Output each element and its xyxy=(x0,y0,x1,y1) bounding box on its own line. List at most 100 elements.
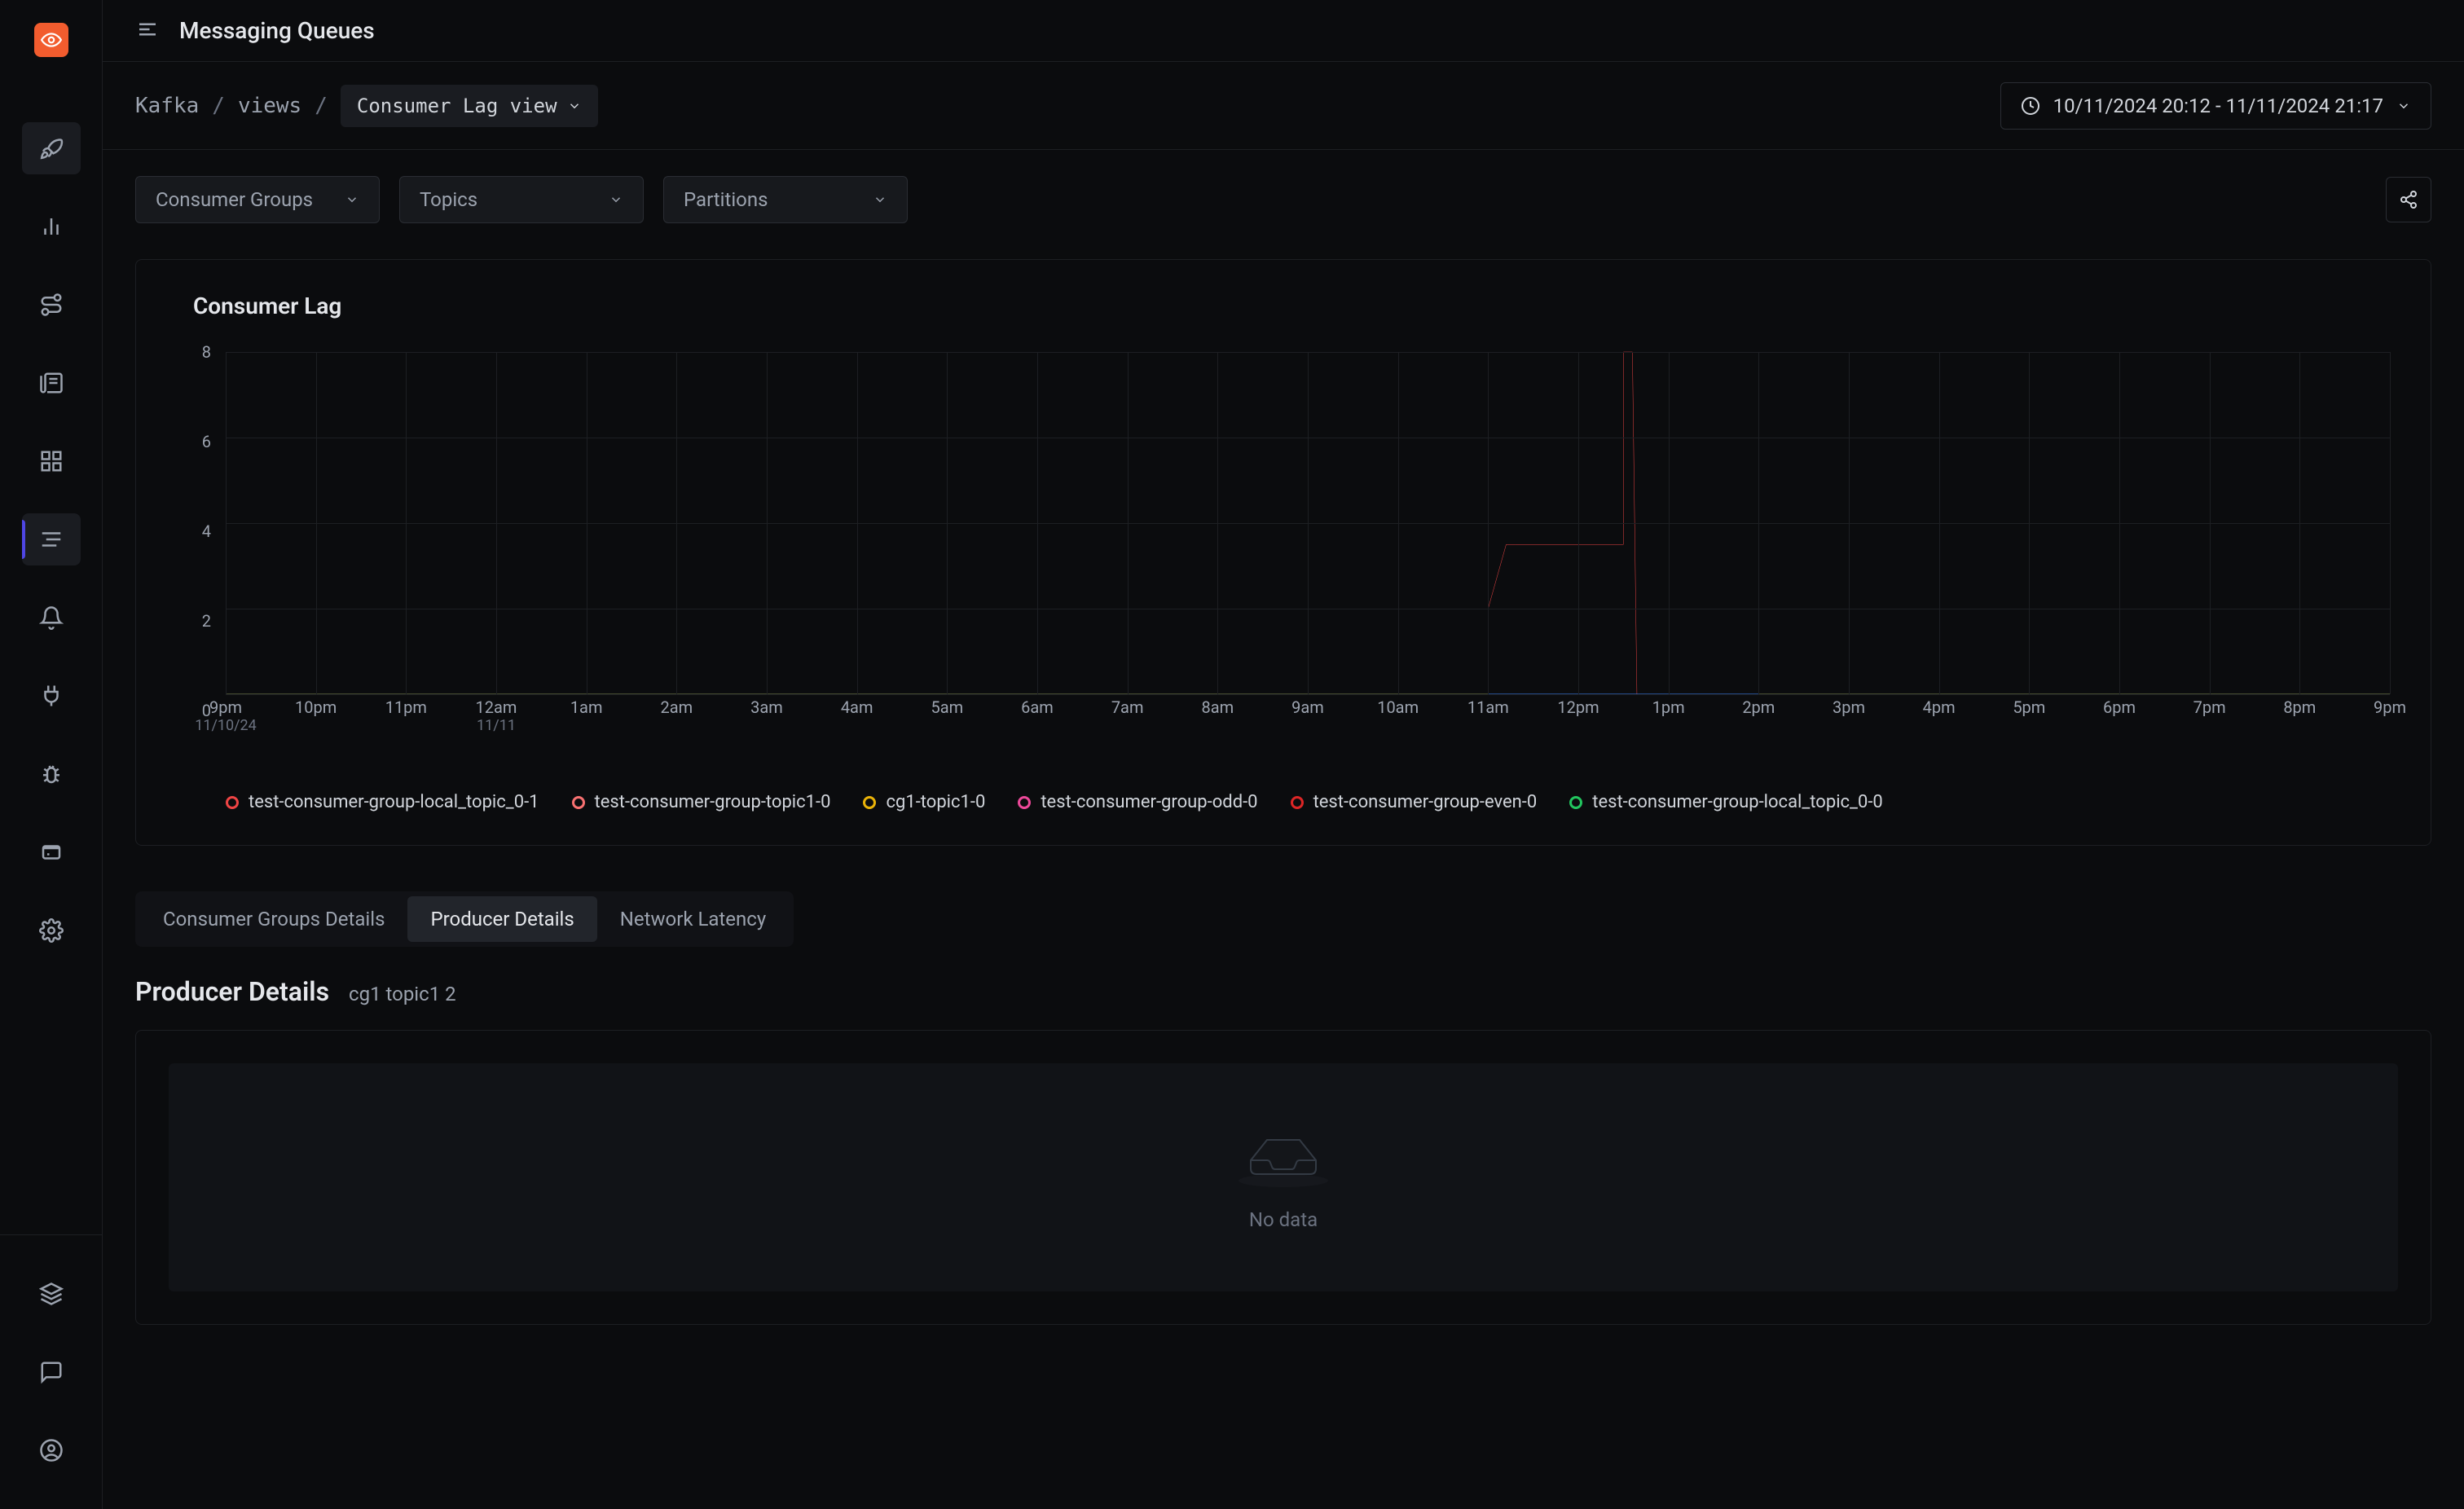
route-icon xyxy=(39,293,64,317)
rocket-icon xyxy=(39,136,64,161)
tab-producer-details[interactable]: Producer Details xyxy=(407,896,596,942)
detail-header: Producer Details cg1 topic1 2 xyxy=(135,976,2431,1007)
app-logo[interactable] xyxy=(34,23,68,57)
filters-row: Consumer Groups Topics Partitions xyxy=(103,150,2464,249)
chart-title: Consumer Lag xyxy=(193,293,2390,319)
filter-label: Topics xyxy=(420,188,477,211)
empty-text: No data xyxy=(1249,1208,1318,1231)
chart-panel: Consumer Lag 02468 9pm11/10/2410pm11pm12… xyxy=(135,259,2431,846)
chevron-down-icon xyxy=(567,99,582,113)
grid-icon xyxy=(39,449,64,473)
crumb-views[interactable]: views xyxy=(238,94,301,118)
filter-consumer-groups[interactable]: Consumer Groups xyxy=(135,176,380,223)
legend-item[interactable]: test-consumer-group-even-0 xyxy=(1291,792,1538,812)
bell-icon xyxy=(39,605,64,630)
nav-alerts[interactable] xyxy=(22,592,81,644)
layers-icon xyxy=(39,840,64,864)
x-tick: 9am xyxy=(1291,697,1324,717)
sidebar-toggle-icon[interactable] xyxy=(135,17,160,45)
nav-metrics[interactable] xyxy=(22,200,81,253)
chevron-down-icon xyxy=(609,192,623,207)
stack-icon xyxy=(39,1282,64,1306)
sidebar xyxy=(0,0,103,1509)
x-tick: 11pm xyxy=(385,697,427,717)
x-tick: 7pm xyxy=(2193,697,2226,717)
legend-dot xyxy=(1018,796,1031,809)
bar-chart-icon xyxy=(39,214,64,239)
empty-state: No data xyxy=(169,1063,2398,1291)
nav-messaging-queues[interactable] xyxy=(22,513,81,565)
breadcrumb-row: Kafka / views / Consumer Lag view 10/11/… xyxy=(103,62,2464,150)
x-tick: 8pm xyxy=(2283,697,2316,717)
legend-dot xyxy=(863,796,876,809)
plot-area[interactable] xyxy=(226,352,2390,694)
gear-icon xyxy=(39,918,64,943)
y-tick: 8 xyxy=(202,342,211,362)
legend-item[interactable]: test-consumer-group-topic1-0 xyxy=(572,792,831,812)
bug-icon xyxy=(39,762,64,786)
x-tick: 1am xyxy=(570,697,603,717)
nav-exceptions[interactable] xyxy=(22,670,81,722)
detail-subtitle: cg1 topic1 2 xyxy=(349,983,456,1005)
chat-icon xyxy=(39,1360,64,1384)
x-tick: 2am xyxy=(660,697,693,717)
nav-account[interactable] xyxy=(22,1424,81,1476)
legend-dot xyxy=(1569,796,1582,809)
x-tick: 7am xyxy=(1111,697,1144,717)
nav-stack[interactable] xyxy=(22,1268,81,1320)
nav-traces[interactable] xyxy=(22,279,81,331)
legend-item[interactable]: test-consumer-group-local_topic_0-1 xyxy=(226,792,539,812)
nav-settings[interactable] xyxy=(22,904,81,957)
nav-support[interactable] xyxy=(22,1346,81,1398)
legend-label: cg1-topic1-0 xyxy=(886,792,985,812)
x-tick: 9pm xyxy=(2374,697,2406,717)
x-tick: 3am xyxy=(750,697,783,717)
x-tick: 10am xyxy=(1377,697,1419,717)
x-tick: 5am xyxy=(931,697,963,717)
crumb-sep: / xyxy=(315,94,328,118)
nav-get-started[interactable] xyxy=(22,122,81,174)
legend-label: test-consumer-group-odd-0 xyxy=(1041,792,1257,812)
x-tick: 10pm xyxy=(295,697,337,717)
tab-consumer-groups-details[interactable]: Consumer Groups Details xyxy=(140,896,407,942)
topbar: Messaging Queues xyxy=(103,0,2464,62)
y-tick: 4 xyxy=(202,521,211,541)
chevron-down-icon xyxy=(873,192,887,207)
filter-topics[interactable]: Topics xyxy=(399,176,644,223)
detail-tabs: Consumer Groups DetailsProducer DetailsN… xyxy=(135,891,794,947)
page-title: Messaging Queues xyxy=(179,17,375,44)
time-range-label: 10/11/2024 20:12 - 11/11/2024 21:17 xyxy=(2053,95,2383,117)
scroll-icon xyxy=(39,371,64,395)
inbox-icon xyxy=(1234,1124,1332,1189)
nav-billing[interactable] xyxy=(22,826,81,878)
crumb-kafka[interactable]: Kafka xyxy=(135,94,199,118)
x-tick: 12pm xyxy=(1557,697,1599,717)
x-tick: 12am11/11 xyxy=(476,697,517,734)
legend-label: test-consumer-group-local_topic_0-0 xyxy=(1592,792,1883,812)
share-button[interactable] xyxy=(2386,177,2431,222)
x-tick: 3pm xyxy=(1833,697,1865,717)
detail-panel: No data xyxy=(135,1030,2431,1325)
x-tick: 1pm xyxy=(1652,697,1685,717)
legend-item[interactable]: cg1-topic1-0 xyxy=(863,792,985,812)
legend-label: test-consumer-group-even-0 xyxy=(1313,792,1538,812)
view-label: Consumer Lag view xyxy=(357,95,557,117)
legend-item[interactable]: test-consumer-group-local_topic_0-0 xyxy=(1569,792,1883,812)
list-icon xyxy=(39,527,64,552)
legend-item[interactable]: test-consumer-group-odd-0 xyxy=(1018,792,1257,812)
nav-debug[interactable] xyxy=(22,748,81,800)
view-selector[interactable]: Consumer Lag view xyxy=(341,85,598,127)
y-axis: 02468 xyxy=(185,352,218,711)
y-tick: 6 xyxy=(202,432,211,451)
nav-logs[interactable] xyxy=(22,357,81,409)
filter-partitions[interactable]: Partitions xyxy=(663,176,908,223)
legend-dot xyxy=(226,796,239,809)
filter-label: Partitions xyxy=(684,188,768,211)
filter-label: Consumer Groups xyxy=(156,188,313,211)
time-range-picker[interactable]: 10/11/2024 20:12 - 11/11/2024 21:17 xyxy=(2000,82,2431,130)
x-tick: 11am xyxy=(1467,697,1509,717)
tab-network-latency[interactable]: Network Latency xyxy=(597,896,789,942)
nav-dashboards[interactable] xyxy=(22,435,81,487)
legend-label: test-consumer-group-topic1-0 xyxy=(595,792,831,812)
chevron-down-icon xyxy=(2396,99,2411,113)
